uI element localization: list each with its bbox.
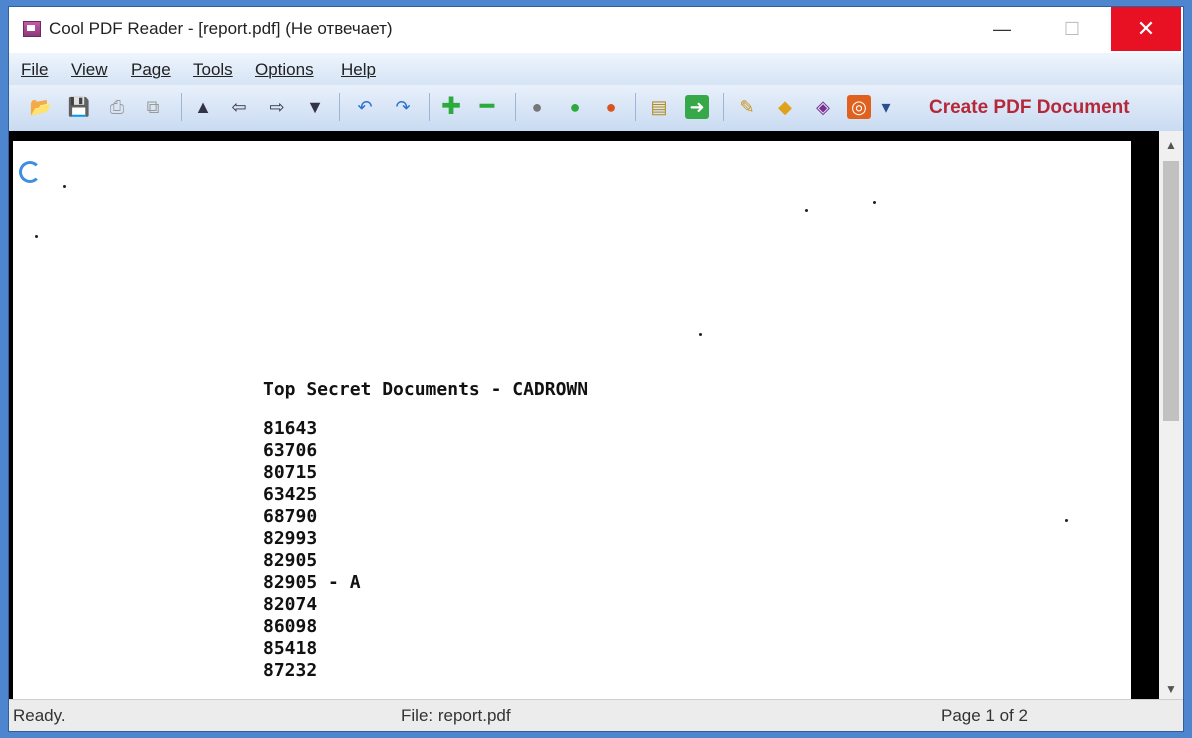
status-ready: Ready. xyxy=(13,706,66,725)
menu-view[interactable]: View xyxy=(71,60,108,80)
pdf-icon[interactable]: ◎ xyxy=(847,95,871,119)
document-view: Top Secret Documents - CADROWN 81643 637… xyxy=(9,131,1159,701)
scan-speck xyxy=(699,333,702,336)
toolbar-separator xyxy=(339,93,340,121)
menu-bar: File View Page Tools Options Help xyxy=(9,53,1183,85)
list-item: 63425 xyxy=(263,484,318,505)
vertical-scrollbar[interactable]: ▲ ▼ xyxy=(1159,131,1183,699)
toolbar-separator xyxy=(723,93,724,121)
list-item: 68790 xyxy=(263,506,318,527)
app-window: Cool PDF Reader - [report.pdf] (Не отвеч… xyxy=(8,6,1184,732)
extract-text-icon[interactable]: ▤ xyxy=(647,95,671,119)
back-icon[interactable]: ⇦ xyxy=(227,95,251,119)
info-icon[interactable]: ◆ xyxy=(773,95,797,119)
toolbar-separator xyxy=(635,93,636,121)
list-item: 82905 xyxy=(263,550,318,571)
zoom-actual-icon[interactable]: ● xyxy=(563,95,587,119)
toolbar-separator xyxy=(515,93,516,121)
scroll-up-icon[interactable]: ▲ xyxy=(1159,135,1183,155)
list-item: 86098 xyxy=(263,616,318,637)
close-button[interactable]: ✕ xyxy=(1111,7,1181,51)
toolbar-separator xyxy=(181,93,182,121)
list-item: 85418 xyxy=(263,638,318,659)
list-item: 80715 xyxy=(263,462,318,483)
list-item: 63706 xyxy=(263,440,318,461)
status-page: Page 1 of 2 xyxy=(941,706,1028,725)
export-icon[interactable]: ➜ xyxy=(685,95,709,119)
zoom-in-icon[interactable]: ✚ xyxy=(439,95,463,119)
dropdown-icon[interactable]: ▾ xyxy=(879,95,893,119)
rotate-left-icon[interactable]: ↶ xyxy=(353,95,377,119)
print-icon[interactable]: ⎙ xyxy=(105,95,129,119)
save-icon[interactable]: 💾 xyxy=(67,95,91,119)
list-item: 82074 xyxy=(263,594,318,615)
settings-icon[interactable]: ✎ xyxy=(735,95,759,119)
scrollbar-thumb[interactable] xyxy=(1163,161,1179,421)
menu-page[interactable]: Page xyxy=(131,60,171,80)
zoom-stop-icon[interactable]: ● xyxy=(599,95,623,119)
open-icon[interactable]: 📂 xyxy=(29,95,53,119)
rotate-right-icon[interactable]: ↷ xyxy=(391,95,415,119)
scan-speck xyxy=(35,235,38,238)
document-content: Top Secret Documents - CADROWN 81643 637… xyxy=(263,379,588,682)
page-up-icon[interactable]: ▲ xyxy=(191,95,215,119)
book-icon[interactable]: ◈ xyxy=(811,95,835,119)
toolbar: 📂 💾 ⎙ ⧉ ▲ ⇦ ⇨ ▼ ↶ ↷ ✚ ━ ● ● ● ▤ ➜ ✎ ◆ ◈ … xyxy=(9,85,1183,132)
scan-speck xyxy=(1065,519,1068,522)
zoom-out-icon[interactable]: ━ xyxy=(475,95,499,119)
toolbar-separator xyxy=(429,93,430,121)
scan-speck xyxy=(873,201,876,204)
title-bar: Cool PDF Reader - [report.pdf] (Не отвеч… xyxy=(9,7,1183,53)
list-item: 81643 xyxy=(263,418,318,439)
zoom-fit-icon[interactable]: ● xyxy=(525,95,549,119)
list-item: 82993 xyxy=(263,528,318,549)
minimize-button[interactable]: — xyxy=(979,7,1025,51)
document-entry-list: 81643 63706 80715 63425 68790 82993 8290… xyxy=(263,418,588,682)
scan-speck xyxy=(805,209,808,212)
menu-tools[interactable]: Tools xyxy=(193,60,233,80)
scroll-down-icon[interactable]: ▼ xyxy=(1159,679,1183,699)
status-file: File: report.pdf xyxy=(401,706,511,725)
pdf-page: Top Secret Documents - CADROWN 81643 637… xyxy=(13,141,1131,701)
forward-icon[interactable]: ⇨ xyxy=(265,95,289,119)
menu-file[interactable]: File xyxy=(21,60,48,80)
menu-options[interactable]: Options xyxy=(255,60,314,80)
page-down-icon[interactable]: ▼ xyxy=(303,95,327,119)
list-item: 87232 xyxy=(263,660,318,681)
maximize-button[interactable]: ☐ xyxy=(1049,7,1095,51)
create-pdf-button[interactable]: Create PDF Document xyxy=(929,97,1130,119)
copy-icon[interactable]: ⧉ xyxy=(141,95,165,119)
status-bar: Ready. File: report.pdf Page 1 of 2 xyxy=(9,699,1183,731)
loading-spinner-icon xyxy=(19,161,41,183)
window-title: Cool PDF Reader - [report.pdf] (Не отвеч… xyxy=(49,19,393,38)
scan-speck xyxy=(63,185,66,188)
app-icon xyxy=(23,21,41,37)
menu-help[interactable]: Help xyxy=(341,60,376,80)
document-heading: Top Secret Documents - CADROWN xyxy=(263,379,589,400)
list-item: 82905 - A xyxy=(263,572,361,593)
